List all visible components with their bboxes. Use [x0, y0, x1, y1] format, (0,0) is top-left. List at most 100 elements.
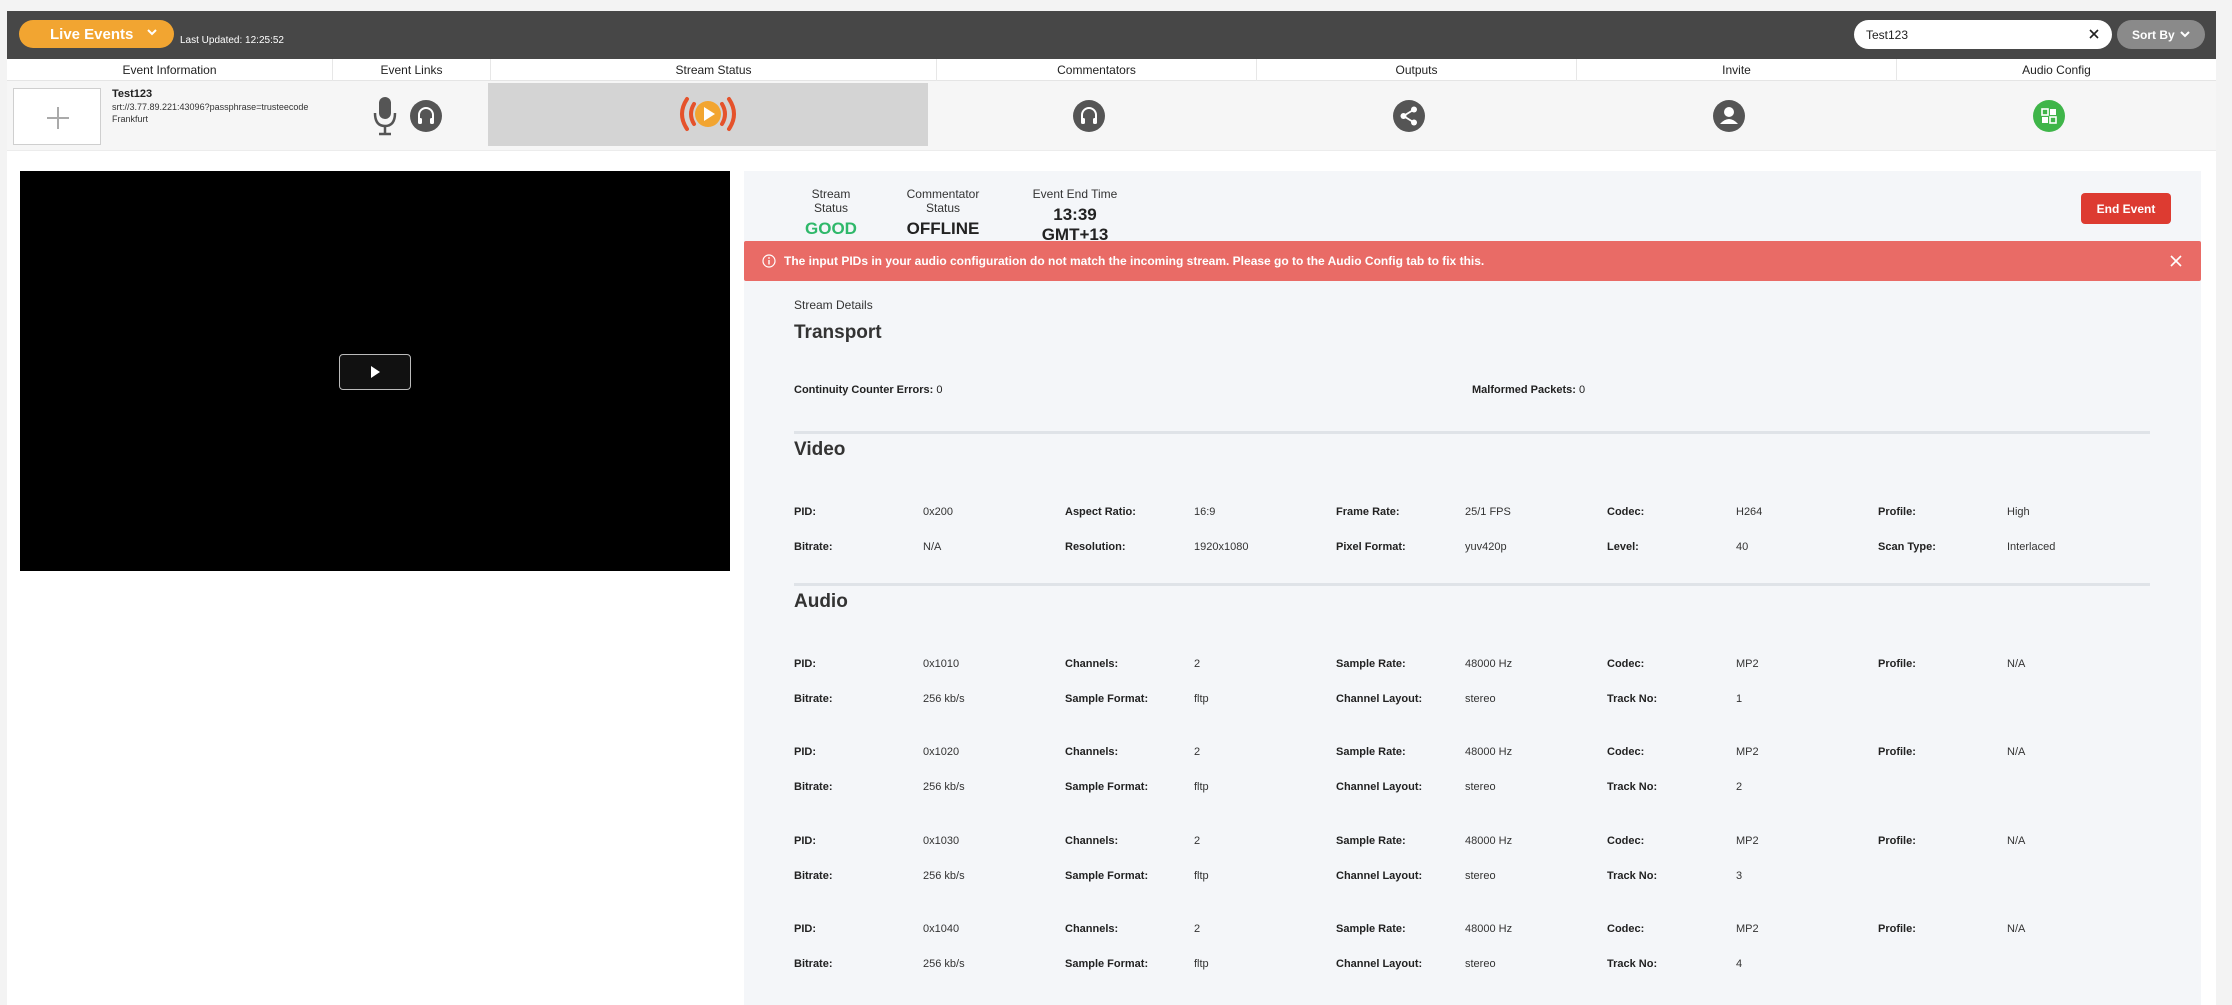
stream-status: Stream Status GOOD [794, 187, 868, 239]
detail-value: 256 kb/s [923, 781, 965, 793]
detail-value: 0x1030 [923, 835, 960, 847]
detail-key: Sample Rate: [1336, 746, 1406, 758]
detail-value: MP2 [1736, 658, 1759, 670]
column-header-event-links: Event Links [333, 59, 491, 81]
detail-key: PID: [794, 746, 816, 758]
detail-key: Bitrate: [794, 958, 833, 970]
detail-value: N/A [2007, 835, 2026, 847]
detail-value: Interlaced [2007, 541, 2056, 553]
detail-key: Codec: [1607, 506, 1645, 518]
audio-pid-mismatch-alert: The input PIDs in your audio configurati… [744, 241, 2201, 281]
detail-key: Profile: [1878, 658, 1916, 670]
detail-key: Bitrate: [794, 870, 833, 882]
chevron-down-icon [147, 29, 157, 36]
detail-key: Track No: [1607, 781, 1658, 793]
microphone-icon[interactable] [372, 96, 398, 136]
detail-key: Channels: [1065, 835, 1119, 847]
video-title: Video [794, 439, 846, 460]
user-invite-icon[interactable] [1713, 100, 1745, 132]
detail-key: Channels: [1065, 658, 1119, 670]
detail-key: PID: [794, 658, 816, 670]
video-player[interactable] [20, 171, 730, 571]
transport-title: Transport [794, 322, 882, 343]
continuity-counter-errors-label: Continuity Counter Errors: [794, 384, 934, 396]
search-value: Test123 [1866, 27, 1909, 42]
search-input[interactable]: Test123 [1854, 20, 2112, 49]
detail-value: 25/1 FPS [1465, 506, 1511, 518]
headphones-icon[interactable] [410, 100, 442, 132]
detail-value: 2 [1194, 746, 1201, 758]
column-header-invite: Invite [1577, 59, 1897, 81]
detail-value: High [2007, 506, 2030, 518]
top-bar: Live Events Last Updated: 12:25:52 Test1… [7, 11, 2216, 59]
detail-value: fltp [1194, 693, 1209, 705]
event-url: srt://3.77.89.221:43096?passphrase=trust… [112, 102, 309, 112]
stream-status-label: Stream Status [811, 187, 851, 215]
detail-value: 256 kb/s [923, 958, 965, 970]
malformed-packets: Malformed Packets: 0 [1472, 384, 1585, 396]
live-events-dropdown[interactable]: Live Events [19, 20, 174, 48]
column-header-audio-config: Audio Config [2022, 63, 2091, 77]
detail-value: 0x200 [923, 506, 953, 518]
share-icon[interactable] [1393, 100, 1425, 132]
stream-status-cell[interactable] [488, 83, 928, 146]
detail-value: stereo [1465, 781, 1496, 793]
play-button[interactable] [339, 354, 411, 390]
malformed-packets-value: 0 [1579, 384, 1586, 396]
detail-value: stereo [1465, 870, 1496, 882]
section-divider [794, 583, 2150, 586]
stream-status-value: GOOD [805, 219, 857, 238]
event-end-time-label: Event End Time [1032, 187, 1118, 201]
detail-value: fltp [1194, 958, 1209, 970]
detail-key: Profile: [1878, 506, 1916, 518]
detail-key: Track No: [1607, 870, 1658, 882]
end-event-button[interactable]: End Event [2081, 193, 2171, 224]
event-name: Test123 [112, 88, 153, 100]
malformed-packets-label: Malformed Packets: [1472, 384, 1576, 396]
detail-value: 0x1010 [923, 658, 960, 670]
detail-value: MP2 [1736, 923, 1759, 935]
detail-key: Bitrate: [794, 693, 833, 705]
column-headers: Event Information Event Links Stream Sta… [7, 59, 2216, 81]
broadcast-play-icon[interactable] [673, 93, 743, 135]
detail-value: 1920x1080 [1194, 541, 1249, 553]
column-header-event-information: Event Information [7, 59, 333, 81]
sort-by-button[interactable]: Sort By [2117, 20, 2205, 49]
detail-value: 0x1020 [923, 746, 960, 758]
event-thumbnail[interactable] [13, 88, 101, 145]
detail-key: Codec: [1607, 658, 1645, 670]
detail-key: PID: [794, 835, 816, 847]
detail-key: Channel Layout: [1336, 781, 1423, 793]
audio-config-icon[interactable] [2033, 100, 2065, 132]
detail-key: Profile: [1878, 746, 1916, 758]
detail-key: Codec: [1607, 923, 1645, 935]
close-icon[interactable] [2087, 27, 2101, 41]
live-events-label: Live Events [50, 25, 134, 43]
sort-by-label: Sort By [2132, 27, 2175, 42]
close-icon[interactable] [2169, 254, 2183, 268]
continuity-counter-errors: Continuity Counter Errors: 0 [794, 384, 943, 396]
detail-key: Scan Type: [1878, 541, 1936, 553]
detail-key: PID: [794, 923, 816, 935]
detail-value: 48000 Hz [1465, 923, 1513, 935]
event-end-time-value: 13:39 GMT+13 [1041, 205, 1109, 244]
detail-key: Sample Format: [1065, 958, 1149, 970]
detail-value: fltp [1194, 781, 1209, 793]
stream-details-label: Stream Details [794, 298, 873, 312]
alert-message: The input PIDs in your audio configurati… [784, 254, 1485, 268]
stream-details-panel: Stream Status GOOD Commentator Status OF… [744, 171, 2201, 1005]
detail-value: 2 [1194, 835, 1201, 847]
detail-key: Pixel Format: [1336, 541, 1406, 553]
commentator-status-value: OFFLINE [906, 219, 980, 238]
detail-value: 256 kb/s [923, 693, 965, 705]
detail-value: 3 [1736, 870, 1743, 882]
continuity-counter-errors-value: 0 [936, 384, 943, 396]
event-row[interactable]: Test123 srt://3.77.89.221:43096?passphra… [7, 81, 2216, 151]
detail-key: Channels: [1065, 746, 1119, 758]
last-updated: Last Updated: 12:25:52 [180, 35, 284, 46]
headphones-icon[interactable] [1073, 100, 1105, 132]
detail-value: 256 kb/s [923, 870, 965, 882]
detail-value: 48000 Hz [1465, 746, 1513, 758]
detail-value: 48000 Hz [1465, 835, 1513, 847]
detail-value: 1 [1736, 693, 1743, 705]
